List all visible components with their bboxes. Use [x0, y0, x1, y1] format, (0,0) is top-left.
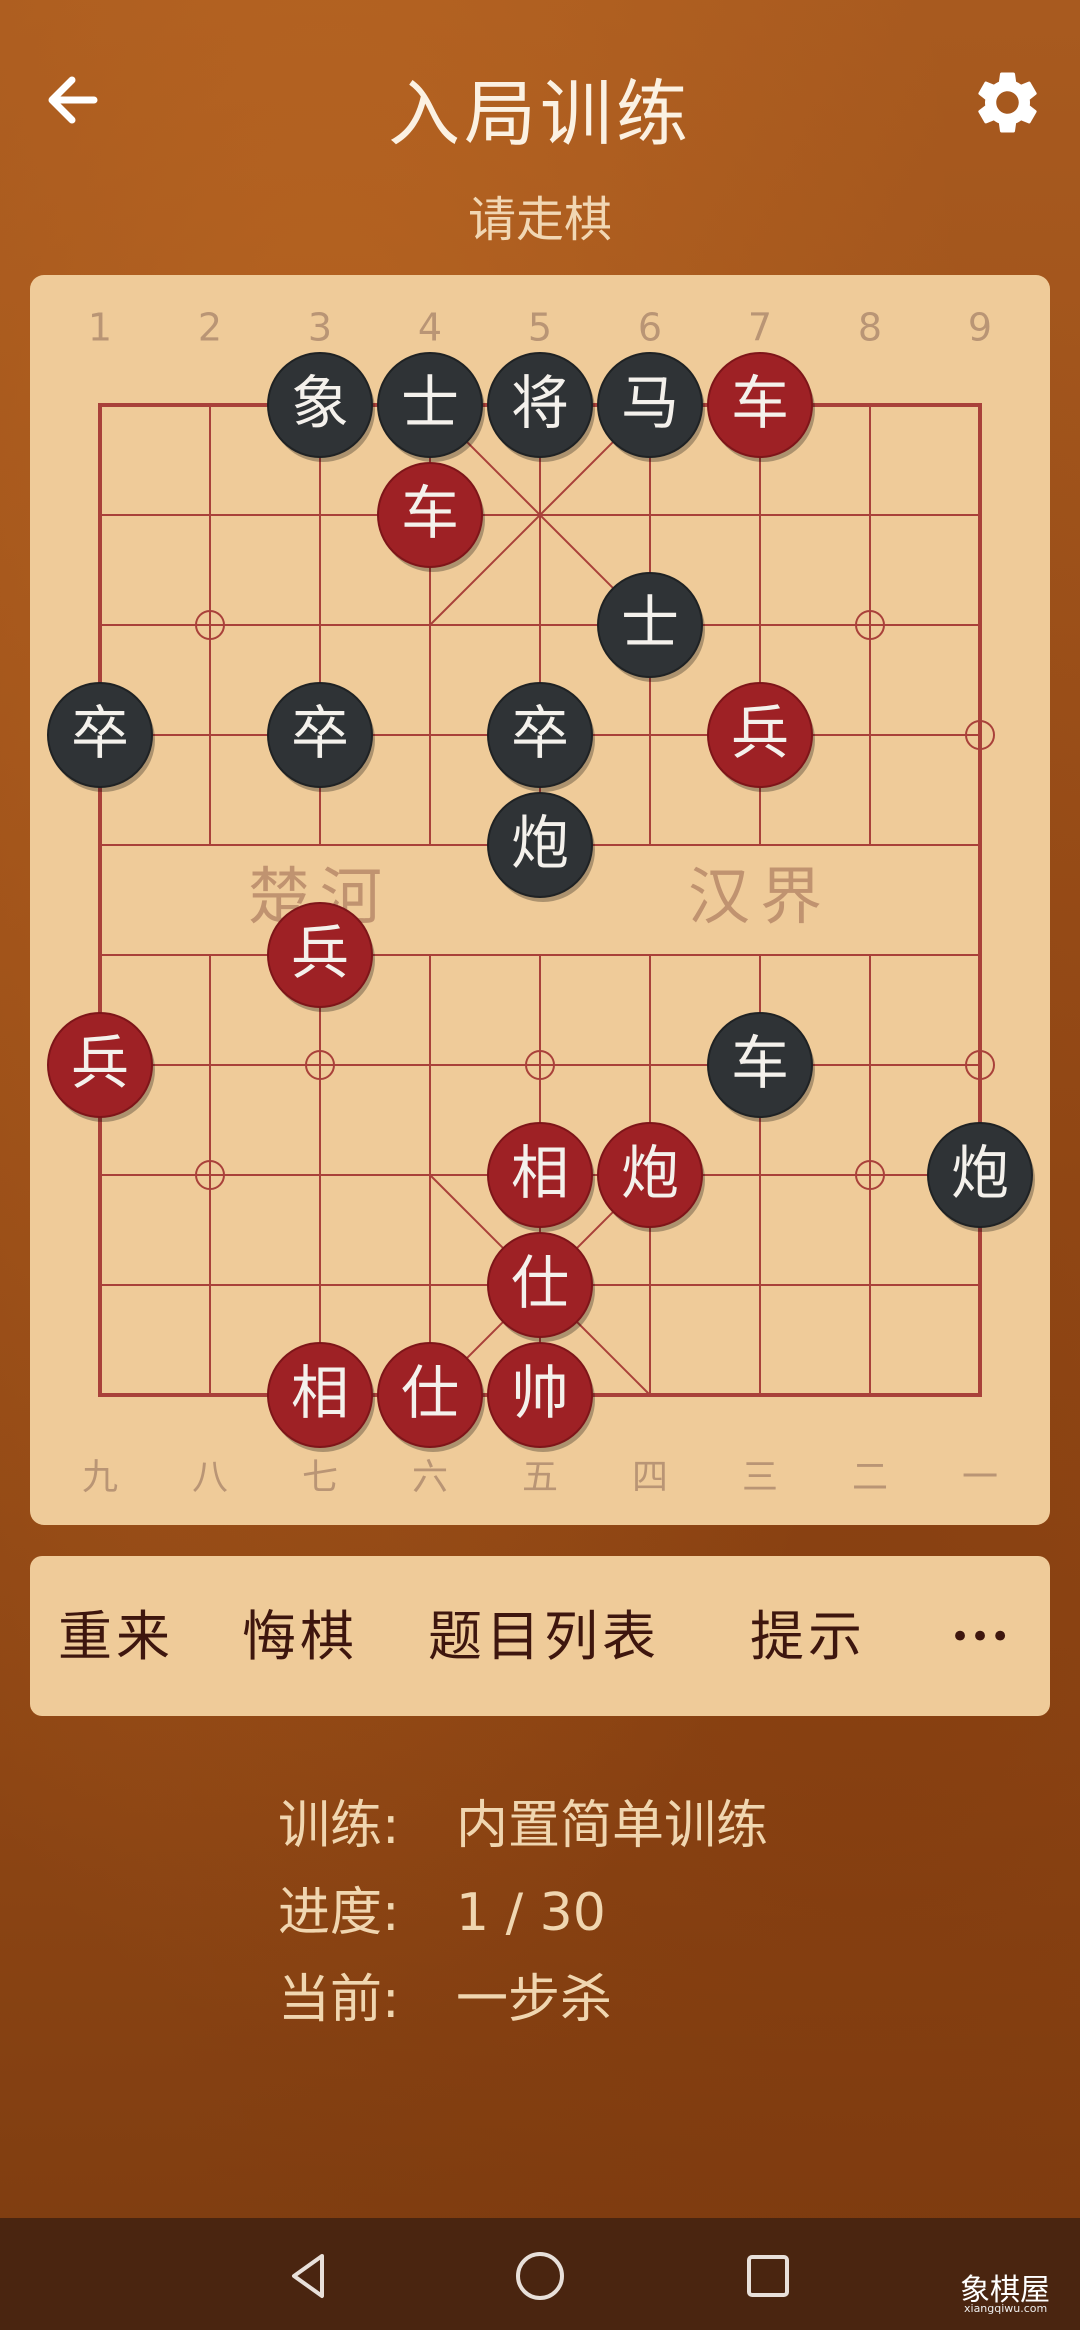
status-subtitle: 请走棋 — [467, 192, 612, 248]
red-piece[interactable]: 仕 — [487, 1232, 595, 1342]
piece-label: 相 — [291, 1359, 349, 1427]
restart-button[interactable]: 重来 — [58, 1602, 174, 1672]
board-canvas[interactable]: 1 2 3 4 5 6 7 8 9九八七六五四三二一楚河 汉界象士将马车车士卒卒卒兵炮兵兵 车相炮炮… — [30, 275, 1050, 1525]
red-piece[interactable]: 兵 — [707, 682, 815, 792]
file-label-top: 2 — [198, 306, 222, 350]
file-label-bottom: 七 — [302, 1457, 338, 1498]
more-button[interactable]: ••• — [950, 1602, 1010, 1672]
file-label-top: 4 — [418, 306, 442, 350]
piece-label: 相 — [511, 1139, 569, 1207]
red-piece[interactable]: 车 — [377, 462, 485, 572]
nav-home-button[interactable] — [510, 2246, 570, 2306]
file-label-bottom: 二 — [852, 1457, 888, 1498]
progress-value: 1 / 30 — [456, 1883, 606, 1943]
training-label: 训练: — [278, 1796, 400, 1856]
file-label-bottom: 六 — [412, 1457, 448, 1498]
black-piece[interactable]: 士 — [597, 572, 705, 682]
square-recent-icon — [747, 2255, 789, 2297]
top-bar: 入局训练 请走棋 — [0, 0, 1080, 248]
black-piece[interactable]: 士 — [377, 352, 485, 462]
piece-label: 车 — [731, 369, 789, 437]
progress-info: 进度: 1 / 30 — [278, 1870, 606, 1945]
nav-recent-button[interactable] — [738, 2246, 798, 2306]
piece-label: 仕 — [511, 1249, 569, 1317]
circle-home-icon — [516, 2252, 564, 2300]
file-label-bottom: 三 — [742, 1457, 778, 1498]
piece-label: 仕 — [401, 1359, 459, 1427]
hint-button[interactable]: 提示 — [750, 1602, 866, 1672]
red-piece[interactable]: 相 — [267, 1342, 375, 1452]
piece-label: 炮 — [511, 809, 569, 877]
black-piece[interactable]: 象 — [267, 352, 375, 462]
piece-label: 炮 — [621, 1139, 679, 1207]
piece-label: 车 — [401, 479, 459, 547]
piece-label: 卒 — [511, 699, 569, 767]
file-label-bottom: 九 — [82, 1457, 118, 1498]
piece-label: 卒 — [71, 699, 129, 767]
piece-label: 士 — [401, 369, 459, 437]
file-label-top: 8 — [858, 306, 882, 350]
piece-label: 帅 — [511, 1359, 569, 1427]
puzzle-list-button[interactable]: 题目列表 — [428, 1602, 660, 1672]
triangle-back-icon — [292, 2254, 324, 2298]
file-label-bottom: 四 — [632, 1457, 668, 1498]
settings-button[interactable] — [970, 65, 1045, 140]
page-title: 入局训练 — [387, 72, 692, 156]
piece-label: 炮 — [951, 1139, 1009, 1207]
gear-icon — [978, 72, 1037, 133]
piece-label: 兵 — [291, 919, 349, 987]
progress-label: 进度: — [278, 1883, 400, 1943]
black-piece[interactable]: 将 — [487, 352, 595, 462]
black-piece[interactable]: 炮 — [487, 792, 595, 902]
piece-label: 将 — [511, 369, 569, 437]
training-value: 内置简单训练 — [456, 1796, 769, 1856]
red-piece[interactable]: 兵 — [47, 1012, 155, 1122]
training-info: 训练: 内置简单训练 — [278, 1783, 768, 1858]
black-piece[interactable]: 卒 — [487, 682, 595, 792]
black-piece[interactable]: 马 — [597, 352, 705, 462]
piece-label: 兵 — [731, 699, 789, 767]
red-piece[interactable]: 帅 — [487, 1342, 595, 1452]
red-piece[interactable]: 兵 — [267, 902, 375, 1012]
piece-label: 卒 — [291, 699, 349, 767]
action-bar: 重来 悔棋 题目列表 提示 ••• — [30, 1556, 1050, 1716]
file-label-top: 5 — [528, 306, 552, 350]
watermark-url: xiangqiwu.com — [964, 2302, 1048, 2315]
current-label: 当前: — [278, 1970, 400, 2030]
red-piece[interactable]: 炮 — [597, 1122, 705, 1232]
file-label-top: 7 — [748, 306, 772, 350]
file-label-bottom: 五 — [522, 1457, 558, 1498]
piece-label: 士 — [621, 589, 679, 657]
file-label-top: 3 — [308, 306, 332, 350]
chess-board[interactable]: 1 2 3 4 5 6 7 8 9 九八七六五四三二一楚河 汉界象士将马车车士卒卒卒兵炮兵兵车相炮炮… — [30, 275, 1050, 1525]
black-piece[interactable]: 车 — [707, 1012, 815, 1122]
red-piece[interactable]: 相 — [487, 1122, 595, 1232]
file-label-bottom: 八 — [192, 1457, 228, 1498]
current-value: 一步杀 — [456, 1970, 613, 2030]
river-label-right: 汉界 — [688, 860, 832, 933]
piece-label: 车 — [731, 1029, 789, 1097]
file-label-top: 6 — [638, 306, 662, 350]
piece-label: 兵 — [71, 1029, 129, 1097]
file-label-top: 1 — [88, 306, 112, 350]
black-piece[interactable]: 卒 — [267, 682, 375, 792]
undo-button[interactable]: 悔棋 — [242, 1602, 358, 1672]
red-piece[interactable]: 车 — [707, 352, 815, 462]
piece-label: 马 — [621, 369, 679, 437]
piece-label: 象 — [291, 369, 349, 437]
current-info: 当前: 一步杀 — [278, 1957, 612, 2032]
nav-back-button[interactable] — [280, 2246, 340, 2306]
file-label-bottom: 一 — [962, 1457, 998, 1498]
file-label-top: 9 — [968, 306, 992, 350]
black-piece[interactable]: 炮 — [927, 1122, 1035, 1232]
black-piece[interactable]: 卒 — [47, 682, 155, 792]
red-piece[interactable]: 仕 — [377, 1342, 485, 1452]
system-nav-bar — [0, 2218, 1080, 2330]
